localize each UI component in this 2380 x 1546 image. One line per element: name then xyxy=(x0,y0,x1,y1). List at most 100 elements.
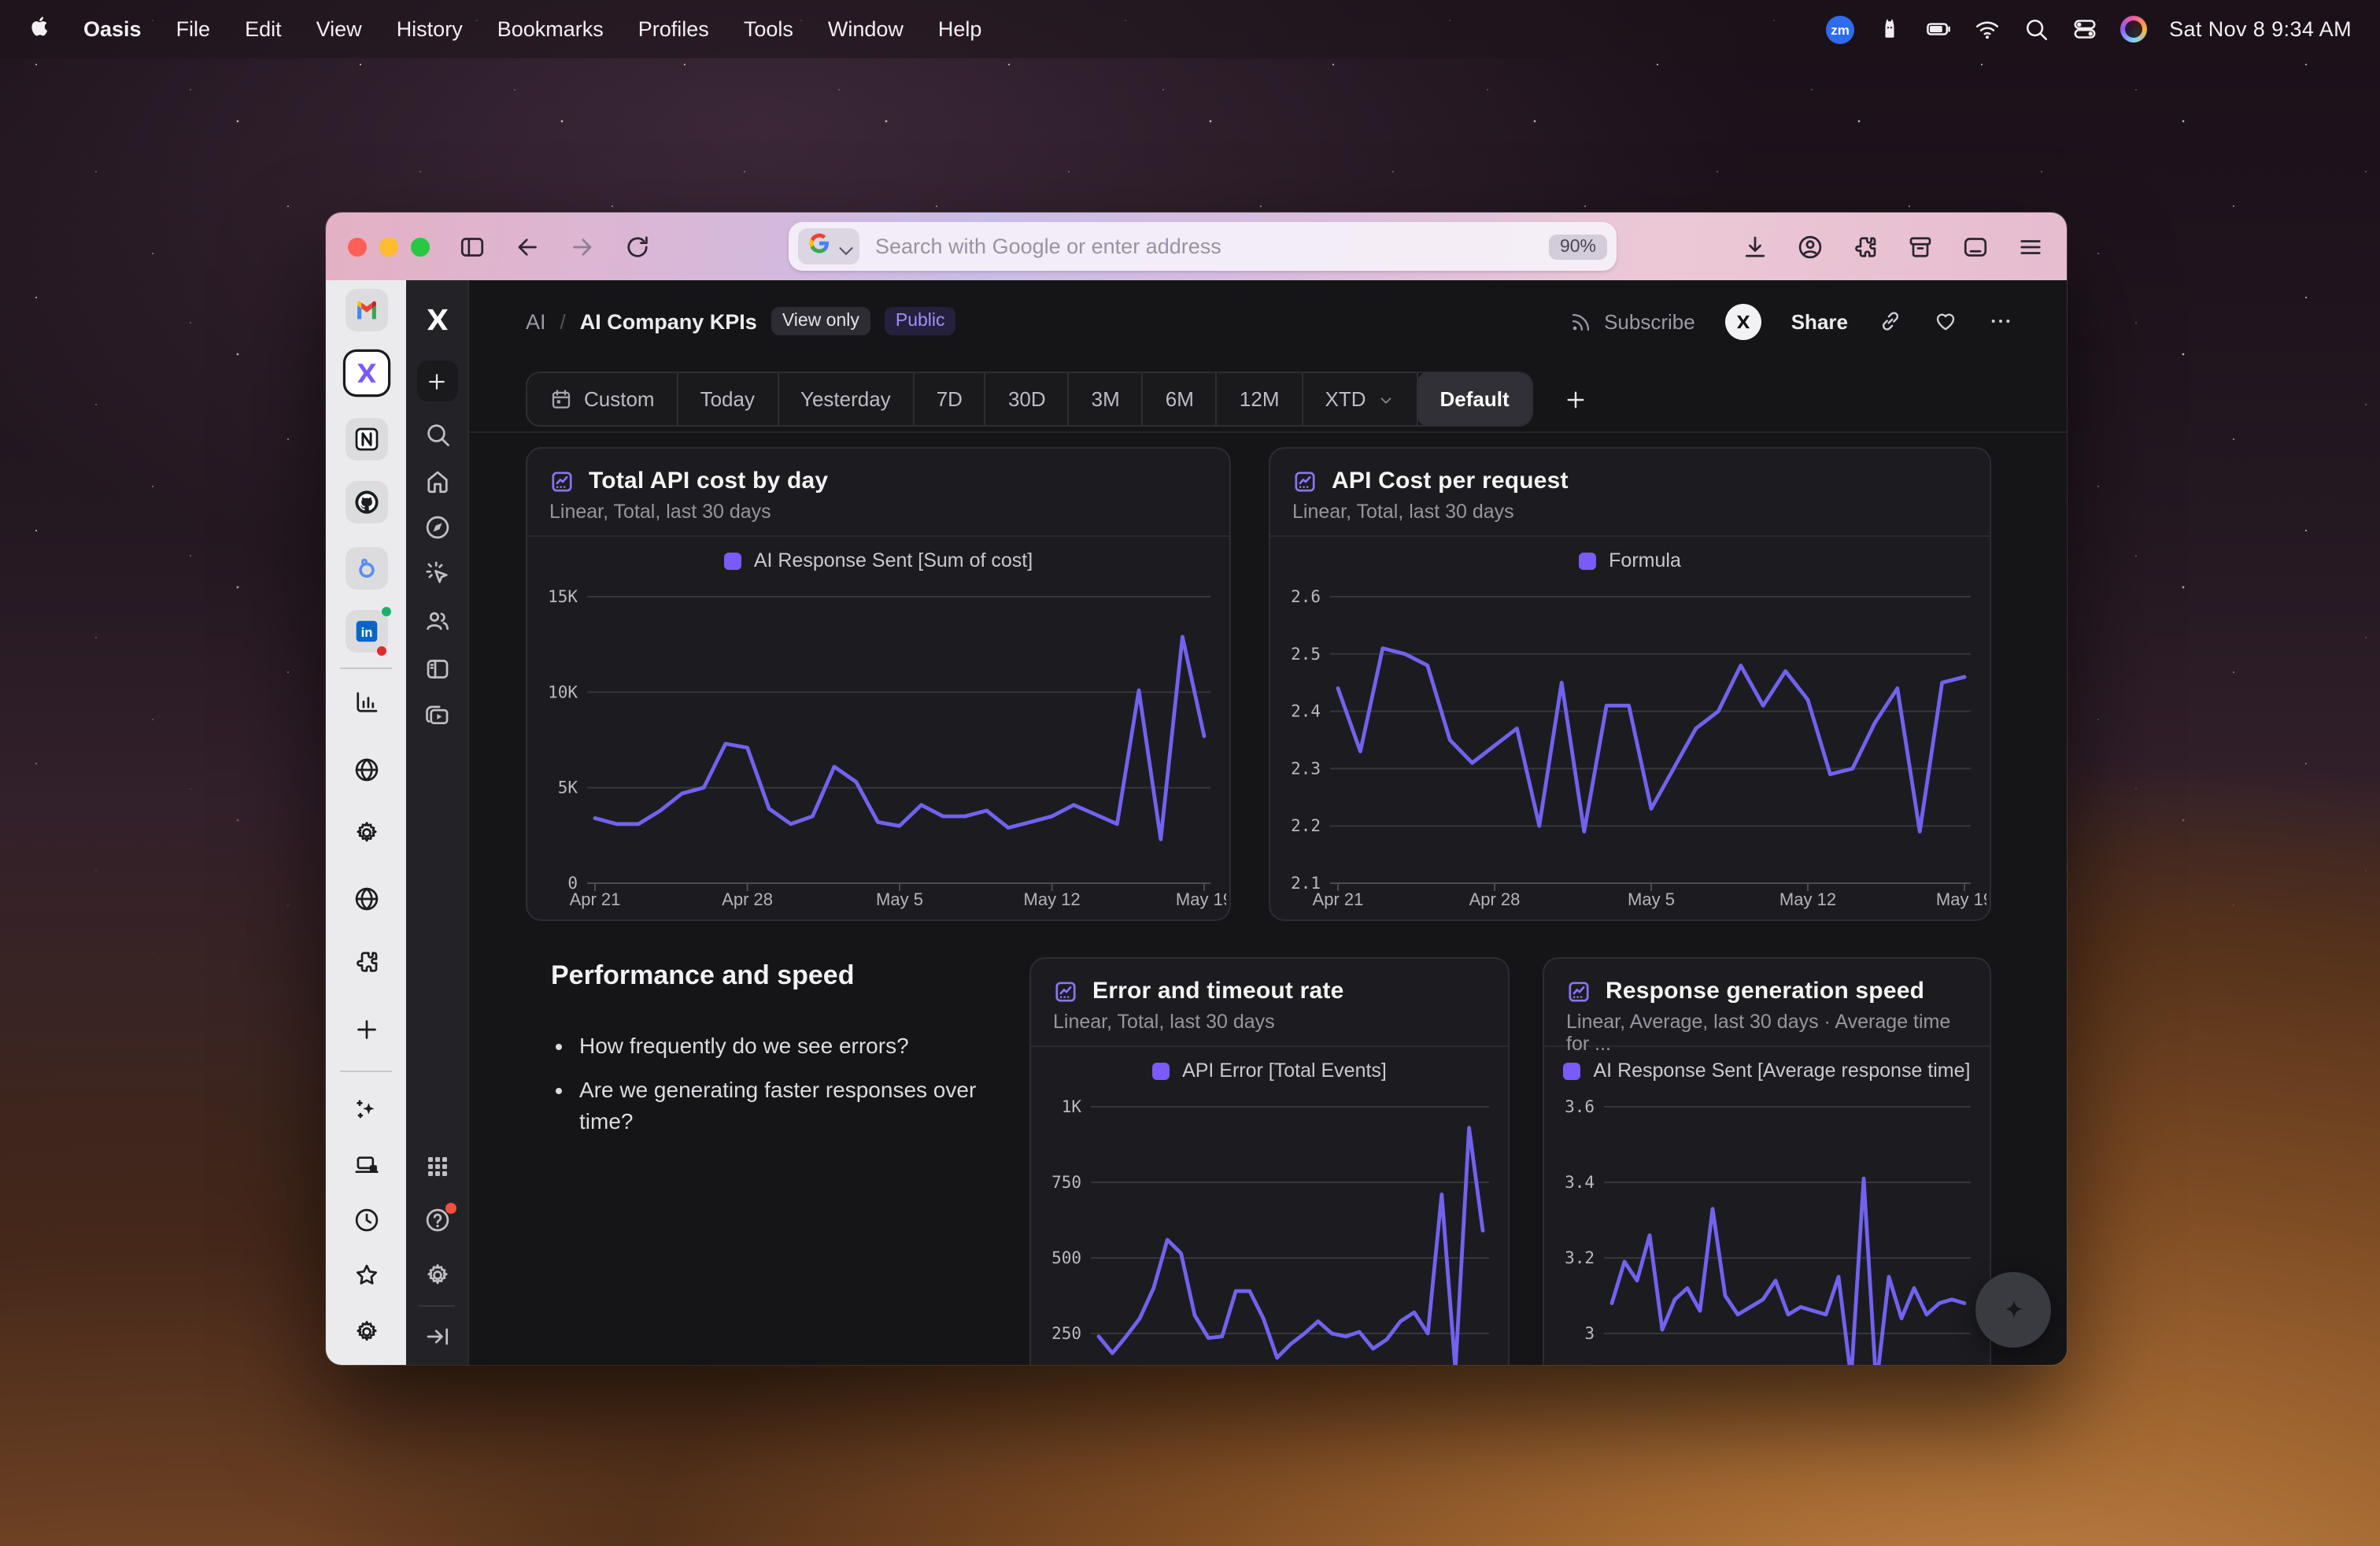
video-stack-icon[interactable] xyxy=(423,702,451,730)
avatar[interactable] xyxy=(1725,303,1761,339)
maximize-window-button[interactable] xyxy=(411,237,430,256)
apple-menu-icon[interactable] xyxy=(28,14,52,44)
bar-chart-icon[interactable] xyxy=(352,688,380,716)
help-icon[interactable] xyxy=(423,1206,451,1234)
menu-item-history[interactable]: History xyxy=(397,17,463,41)
linkedin-app-icon[interactable]: in xyxy=(345,610,387,653)
account-icon[interactable] xyxy=(1796,232,1824,261)
svg-text:250: 250 xyxy=(1051,1324,1081,1343)
clock-icon[interactable] xyxy=(352,1206,380,1234)
chevron-down-icon xyxy=(834,239,850,254)
address-bar[interactable]: 90% xyxy=(789,222,1617,271)
download-icon[interactable] xyxy=(1741,232,1769,261)
battery-icon[interactable] xyxy=(1925,16,1952,43)
menu-item-bookmarks[interactable]: Bookmarks xyxy=(497,17,604,41)
sidebar-toggle-icon[interactable] xyxy=(458,232,486,261)
close-window-button[interactable] xyxy=(348,237,367,256)
sparkles-icon[interactable] xyxy=(352,1096,380,1124)
blue-loop-app-icon[interactable] xyxy=(345,547,387,590)
timerange-tab-30d[interactable]: 30D xyxy=(986,373,1070,425)
laptop-icon[interactable] xyxy=(352,1151,380,1179)
chart-plot: 2505007501K xyxy=(1031,1094,1505,1365)
reload-icon[interactable] xyxy=(623,232,652,261)
chart-legend: AI Response Sent [Sum of cost] xyxy=(527,537,1229,584)
plus-button[interactable] xyxy=(416,361,457,401)
sparkle-fab-button[interactable] xyxy=(1975,1272,2051,1348)
github-app-icon[interactable] xyxy=(345,481,387,523)
search-icon[interactable] xyxy=(423,420,451,449)
timerange-tab-12m[interactable]: 12M xyxy=(1218,373,1303,425)
search-engine-chip[interactable] xyxy=(798,228,859,264)
breadcrumb-project[interactable]: AI xyxy=(526,309,546,333)
menu-app-name[interactable]: Oasis xyxy=(83,17,142,41)
notion-app-icon[interactable] xyxy=(345,418,387,460)
gear-icon[interactable] xyxy=(352,819,380,847)
mixpanel-app-icon[interactable] xyxy=(345,352,387,394)
cursor-sparks-icon[interactable] xyxy=(423,559,451,587)
home-icon[interactable] xyxy=(423,468,451,496)
page-title[interactable]: AI Company KPIs xyxy=(580,309,757,333)
back-icon[interactable] xyxy=(513,232,541,261)
arrow-bar-icon[interactable] xyxy=(423,1322,451,1351)
svg-text:3.4: 3.4 xyxy=(1565,1173,1595,1192)
svg-text:May 12: May 12 xyxy=(1024,890,1081,909)
puzzle-icon[interactable] xyxy=(352,948,380,976)
timerange-tab-yesterday[interactable]: Yesterday xyxy=(778,373,915,425)
ellipsis-icon[interactable] xyxy=(1988,309,2013,334)
legend-label: AI Response Sent [Sum of cost] xyxy=(754,549,1033,571)
siri-icon[interactable] xyxy=(2120,16,2147,43)
link-icon[interactable] xyxy=(1878,309,1903,334)
wifi-icon[interactable] xyxy=(1974,16,2001,43)
globe-icon[interactable] xyxy=(352,885,380,913)
control-center-icon[interactable] xyxy=(2071,16,2098,43)
timerange-tab-custom[interactable]: Custom xyxy=(527,373,678,425)
plus-icon[interactable] xyxy=(352,1015,380,1044)
extensions-icon[interactable] xyxy=(1851,232,1879,261)
mixpanel-logo[interactable] xyxy=(420,303,453,336)
display-icon[interactable] xyxy=(1961,232,1990,261)
people-icon[interactable] xyxy=(423,606,451,634)
timerange-tab-6m[interactable]: 6M xyxy=(1144,373,1218,425)
menu-item-view[interactable]: View xyxy=(316,17,362,41)
star-icon[interactable] xyxy=(352,1261,380,1289)
chart-icon xyxy=(1053,978,1078,1004)
address-input[interactable] xyxy=(875,235,1549,258)
menu-item-edit[interactable]: Edit xyxy=(245,17,282,41)
gear-icon[interactable] xyxy=(423,1261,451,1289)
archive-box-icon[interactable] xyxy=(1906,232,1935,261)
llama-icon[interactable] xyxy=(1876,16,1903,43)
grid-icon[interactable] xyxy=(423,1152,451,1181)
timerange-tab-xtd[interactable]: XTD xyxy=(1303,373,1418,425)
compass-icon[interactable] xyxy=(423,513,451,542)
menu-clock[interactable]: Sat Nov 8 9:34 AM xyxy=(2169,17,2352,41)
spotlight-icon[interactable] xyxy=(2023,16,2049,43)
menu-item-tools[interactable]: Tools xyxy=(744,17,793,41)
nav-divider xyxy=(419,1305,455,1307)
add-timerange-button[interactable] xyxy=(1552,375,1599,423)
gmail-app-icon[interactable] xyxy=(345,289,387,331)
minimize-window-button[interactable] xyxy=(379,237,398,256)
timerange-tab-7d[interactable]: 7D xyxy=(915,373,986,425)
gear-icon[interactable] xyxy=(352,1318,380,1346)
chart-plot: 33.23.43.6 xyxy=(1544,1094,1986,1365)
breadcrumb-separator: / xyxy=(560,309,566,333)
menu-item-window[interactable]: Window xyxy=(828,17,904,41)
menu-item-profiles[interactable]: Profiles xyxy=(638,17,709,41)
zoom-app-icon[interactable]: zm xyxy=(1826,15,1854,43)
panel-icon[interactable] xyxy=(423,655,451,683)
forward-icon[interactable] xyxy=(568,232,597,261)
breadcrumb: AI / AI Company KPIs View only Public Su… xyxy=(526,298,2013,345)
heart-icon[interactable] xyxy=(1933,309,1958,334)
menu-item-file[interactable]: File xyxy=(176,17,211,41)
globe-icon[interactable] xyxy=(352,756,380,784)
bullet-item: Are we generating faster responses over … xyxy=(579,1073,1007,1137)
subscribe-button[interactable]: Subscribe xyxy=(1569,309,1695,333)
svg-text:May 5: May 5 xyxy=(1628,890,1675,909)
timerange-tab-default[interactable]: Default xyxy=(1417,372,1533,427)
page-zoom-badge[interactable]: 90% xyxy=(1549,234,1607,259)
menu-icon[interactable] xyxy=(2016,232,2045,261)
menu-item-help[interactable]: Help xyxy=(938,17,982,41)
share-button[interactable]: Share xyxy=(1791,309,1848,333)
timerange-tab-today[interactable]: Today xyxy=(678,373,778,425)
timerange-tab-3m[interactable]: 3M xyxy=(1070,373,1144,425)
